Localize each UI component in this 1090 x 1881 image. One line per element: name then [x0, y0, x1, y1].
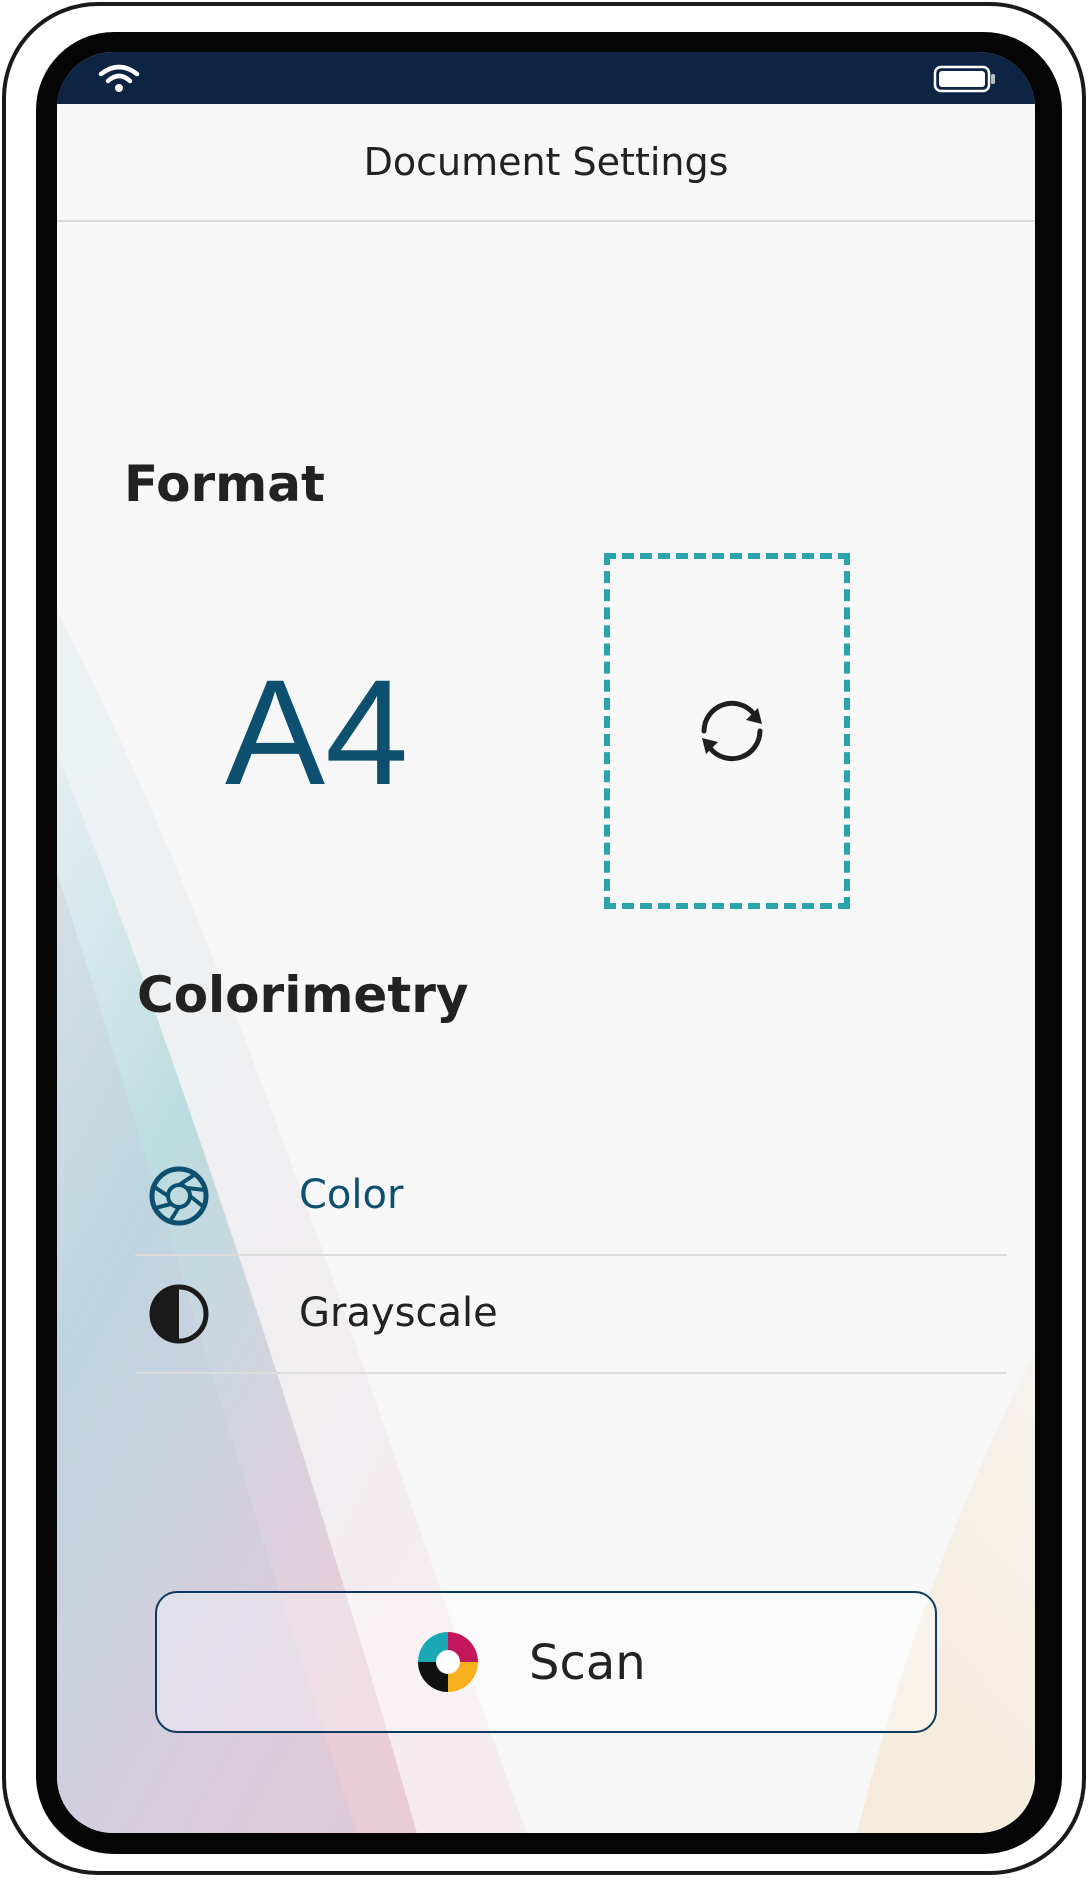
wifi-icon — [98, 64, 140, 92]
app-screen: Document Settings Format A4 Colorimetry … — [57, 52, 1035, 1833]
rotate-icon[interactable] — [692, 694, 772, 768]
page-title: Document Settings — [363, 140, 729, 184]
scan-button[interactable]: Scan — [155, 1591, 937, 1733]
colorimetry-option-grayscale[interactable]: Grayscale — [135, 1256, 1007, 1374]
color-option-label: Color — [299, 1172, 404, 1218]
scan-button-label: Scan — [529, 1635, 646, 1691]
navigation-bar: Document Settings — [57, 104, 1035, 222]
orientation-toggle[interactable] — [604, 553, 850, 909]
battery-icon — [933, 65, 995, 93]
half-circle-icon — [149, 1284, 209, 1344]
grayscale-option-label: Grayscale — [299, 1290, 498, 1336]
status-bar — [57, 52, 1035, 104]
scan-logo-icon — [418, 1632, 478, 1692]
background-art — [57, 612, 1035, 1833]
aperture-icon — [149, 1166, 209, 1226]
format-section-title: Format — [124, 455, 325, 513]
colorimetry-section-title: Colorimetry — [137, 966, 469, 1024]
format-value[interactable]: A4 — [225, 657, 408, 807]
colorimetry-option-color[interactable]: Color — [135, 1138, 1007, 1256]
